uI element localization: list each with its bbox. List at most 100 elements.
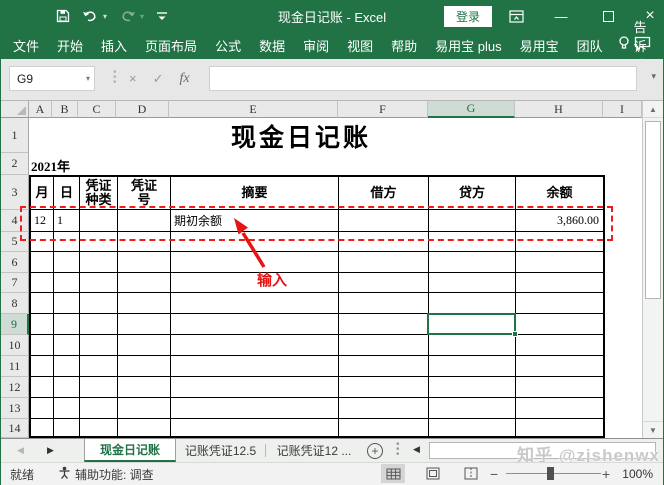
row-header-12[interactable]: 12 <box>1 377 29 398</box>
tab-help[interactable]: 帮助 <box>382 31 426 59</box>
table-cell[interactable] <box>80 356 118 377</box>
tab-insert[interactable]: 插入 <box>92 31 136 59</box>
login-button[interactable]: 登录 <box>444 6 492 27</box>
zoom-slider-thumb[interactable] <box>547 467 554 480</box>
table-cell[interactable] <box>54 356 80 377</box>
column-header-c[interactable]: C <box>78 101 116 118</box>
table-cell[interactable] <box>516 314 603 335</box>
view-page-break-icon[interactable] <box>459 464 483 483</box>
view-normal-icon[interactable] <box>381 464 405 483</box>
table-cell[interactable] <box>80 293 118 314</box>
table-cell[interactable] <box>118 419 171 438</box>
name-box-dropdown-icon[interactable]: ▾ <box>86 74 90 83</box>
name-box[interactable]: G9 ▾ <box>9 66 95 91</box>
table-cell[interactable] <box>516 335 603 356</box>
table-cell[interactable] <box>171 335 339 356</box>
comments-icon[interactable] <box>634 36 651 55</box>
column-header-d[interactable]: D <box>116 101 169 118</box>
hscroll-left-icon[interactable]: ◀ <box>413 444 420 455</box>
table-cell[interactable] <box>339 377 429 398</box>
table-cell[interactable] <box>31 398 54 419</box>
scroll-up-icon[interactable]: ▲ <box>643 101 663 118</box>
view-page-layout-icon[interactable] <box>421 464 445 483</box>
table-cell[interactable] <box>54 293 80 314</box>
zoom-level[interactable]: 100% <box>622 462 653 485</box>
table-cell[interactable] <box>31 419 54 438</box>
table-cell[interactable] <box>118 252 171 273</box>
table-cell[interactable] <box>80 273 118 293</box>
tab-yiyongbao[interactable]: 易用宝 <box>511 31 568 59</box>
table-cell[interactable] <box>339 273 429 293</box>
tab-home[interactable]: 开始 <box>48 31 92 59</box>
table-cell[interactable] <box>516 398 603 419</box>
table-cell[interactable] <box>429 419 516 438</box>
table-cell[interactable] <box>516 252 603 273</box>
sheet-tab-voucher-12-5[interactable]: 记账凭证12.5 <box>177 439 264 462</box>
table-cell[interactable] <box>171 356 339 377</box>
table-cell[interactable] <box>54 252 80 273</box>
table-cell[interactable] <box>118 377 171 398</box>
table-cell[interactable] <box>429 398 516 419</box>
table-cell[interactable] <box>339 419 429 438</box>
tab-formulas[interactable]: 公式 <box>206 31 250 59</box>
table-cell[interactable] <box>516 273 603 293</box>
table-cell[interactable] <box>118 314 171 335</box>
zoom-out-icon[interactable]: − <box>490 462 498 485</box>
table-cell[interactable] <box>516 377 603 398</box>
table-cell[interactable] <box>31 335 54 356</box>
table-cell[interactable] <box>171 419 339 438</box>
tab-file[interactable]: 文件 <box>1 31 48 59</box>
sheet-tab-voucher-12[interactable]: 记账凭证12 ... <box>267 439 361 462</box>
table-cell[interactable] <box>171 377 339 398</box>
row-header-2[interactable]: 2 <box>1 153 29 175</box>
tab-data[interactable]: 数据 <box>250 31 294 59</box>
table-cell[interactable] <box>429 293 516 314</box>
table-cell[interactable] <box>54 398 80 419</box>
column-header-b[interactable]: B <box>52 101 78 118</box>
row-header-1[interactable]: 1 <box>1 118 29 153</box>
tab-view[interactable]: 视图 <box>338 31 382 59</box>
table-cell[interactable] <box>31 293 54 314</box>
formula-input[interactable] <box>209 66 637 91</box>
table-cell[interactable] <box>31 314 54 335</box>
table-cell[interactable] <box>80 419 118 438</box>
column-header-i[interactable]: I <box>603 101 642 118</box>
table-cell[interactable] <box>429 335 516 356</box>
row-header-8[interactable]: 8 <box>1 293 29 314</box>
zoom-in-icon[interactable]: + <box>602 462 610 485</box>
tab-page-layout[interactable]: 页面布局 <box>136 31 206 59</box>
row-header-10[interactable]: 10 <box>1 335 29 356</box>
sheet-nav-next-icon[interactable]: ▶ <box>47 439 54 462</box>
table-cell[interactable] <box>339 314 429 335</box>
row-header-13[interactable]: 13 <box>1 398 29 419</box>
ribbon-display-options-icon[interactable] <box>499 1 533 31</box>
table-cell[interactable] <box>80 314 118 335</box>
table-cell[interactable] <box>118 293 171 314</box>
vertical-scrollbar-thumb[interactable] <box>645 121 661 299</box>
table-cell[interactable] <box>171 398 339 419</box>
table-cell[interactable] <box>171 314 339 335</box>
row-header-11[interactable]: 11 <box>1 356 29 377</box>
column-header-g[interactable]: G <box>428 101 515 118</box>
sheet-tab-cash-journal[interactable]: 现金日记账 <box>84 439 176 462</box>
insert-function-icon[interactable]: fx <box>180 71 190 87</box>
table-cell[interactable] <box>118 398 171 419</box>
table-cell[interactable] <box>339 252 429 273</box>
column-header-f[interactable]: F <box>338 101 428 118</box>
row-header-7[interactable]: 7 <box>1 273 29 293</box>
table-cell[interactable] <box>54 273 80 293</box>
fill-handle[interactable] <box>512 331 518 337</box>
row-header-14[interactable]: 14 <box>1 419 29 438</box>
column-header-a[interactable]: A <box>29 101 52 118</box>
column-header-h[interactable]: H <box>515 101 603 118</box>
minimize-button[interactable]: — <box>544 1 578 31</box>
select-all-corner[interactable] <box>1 101 29 118</box>
new-sheet-icon[interactable]: + <box>367 443 383 459</box>
table-cell[interactable] <box>516 356 603 377</box>
sheet-nav-prev-icon[interactable]: ◀ <box>17 439 24 462</box>
tab-team[interactable]: 团队 <box>568 31 612 59</box>
table-cell[interactable] <box>516 419 603 438</box>
table-cell[interactable] <box>80 398 118 419</box>
table-cell[interactable] <box>429 356 516 377</box>
table-cell[interactable] <box>80 377 118 398</box>
